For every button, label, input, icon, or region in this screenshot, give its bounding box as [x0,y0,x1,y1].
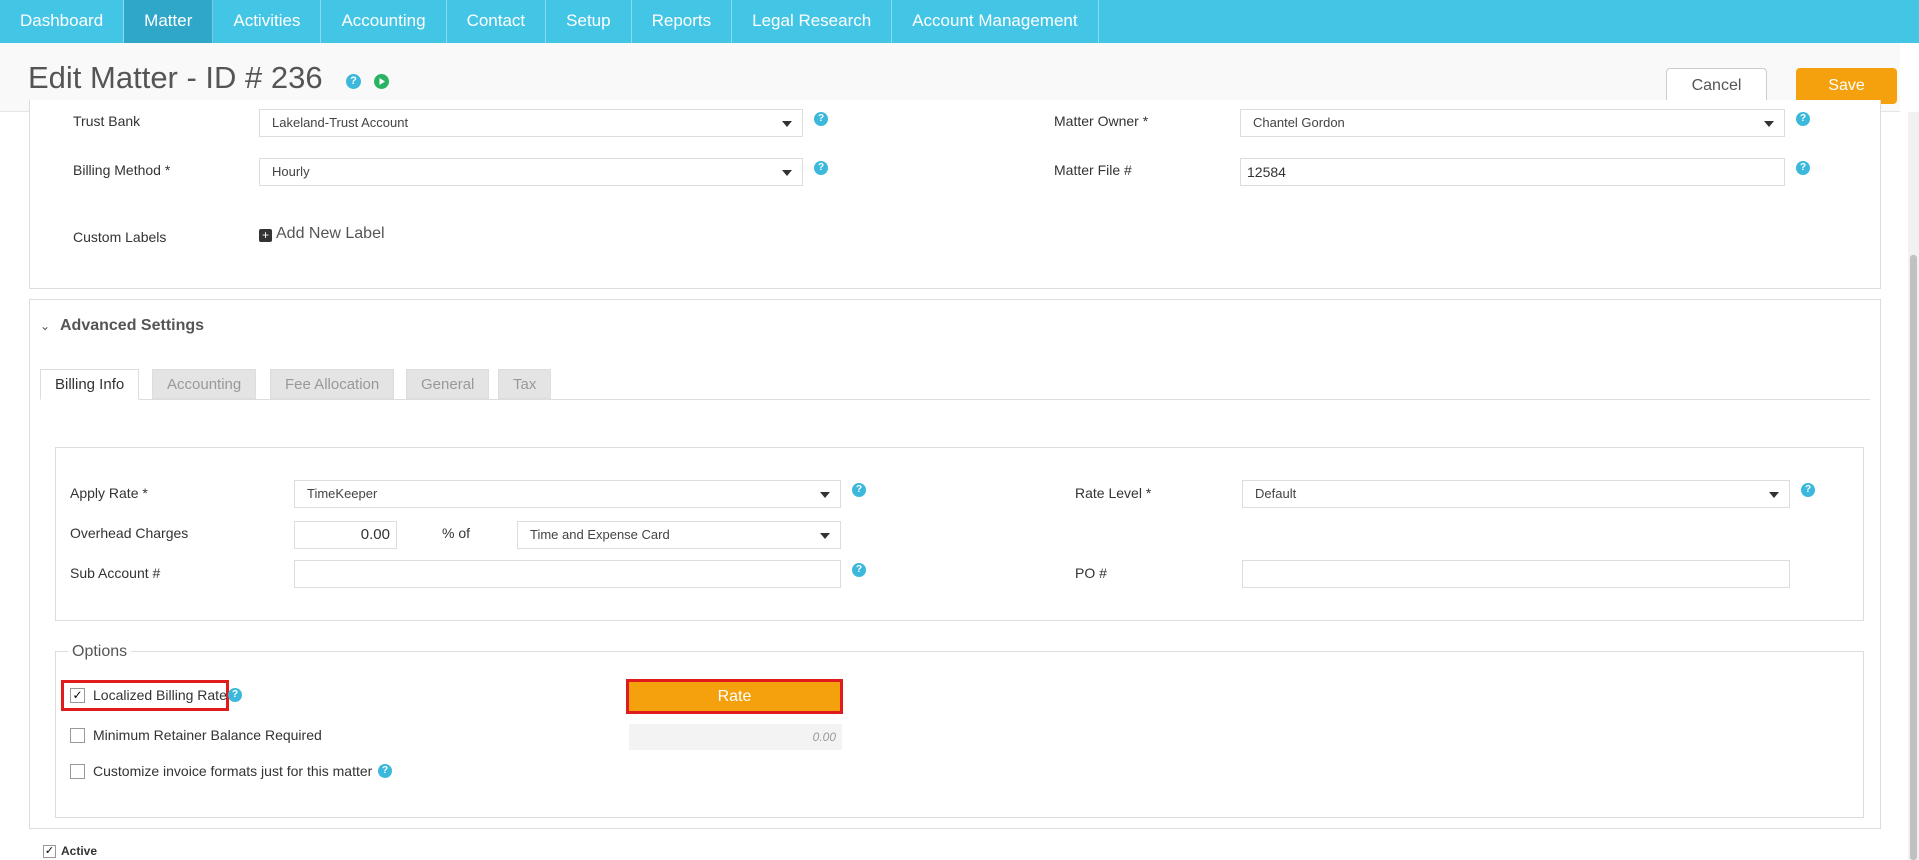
custom-labels-label: Custom Labels [73,229,167,245]
play-icon[interactable] [374,74,389,89]
rate-button[interactable]: Rate [629,682,840,711]
save-button[interactable]: Save [1796,68,1897,104]
rate-level-label: Rate Level * [1075,485,1152,501]
help-icon[interactable]: ? [346,74,361,89]
chevron-down-icon [1769,492,1779,498]
nav-activities[interactable]: Activities [213,0,322,43]
apply-rate-select[interactable]: TimeKeeper [294,480,841,508]
tab-tax[interactable]: Tax [498,369,552,399]
rate-level-value: Default [1255,486,1297,501]
help-icon[interactable]: ? [228,688,242,702]
help-icon[interactable]: ? [852,563,866,577]
nav-account-management[interactable]: Account Management [892,0,1099,43]
apply-rate-value: TimeKeeper [307,486,378,501]
trust-bank-label: Trust Bank [73,113,141,129]
localized-billing-rate-label: Localized Billing Rate [93,687,227,703]
matter-owner-value: Chantel Gordon [1253,115,1345,130]
tab-fee-allocation[interactable]: Fee Allocation [270,369,395,399]
nav-contact[interactable]: Contact [447,0,547,43]
scrollbar-thumb[interactable] [1910,255,1917,860]
chevron-down-icon[interactable]: ⌄ [40,319,50,333]
customize-invoice-label: Customize invoice formats just for this … [93,763,373,779]
sub-account-label: Sub Account # [70,565,161,581]
overhead-charges-label: Overhead Charges [70,525,189,541]
help-icon[interactable]: ? [814,112,828,126]
matter-file-input[interactable]: 12584 [1240,158,1785,186]
trust-bank-select[interactable]: Lakeland-Trust Account [259,109,803,137]
options-legend: Options [68,643,132,661]
apply-rate-label: Apply Rate * [70,485,148,501]
rate-level-select[interactable]: Default [1242,480,1790,508]
minimum-retainer-checkbox[interactable] [70,728,85,743]
nav-accounting[interactable]: Accounting [321,0,447,43]
matter-owner-label: Matter Owner * [1054,113,1149,129]
nav-setup[interactable]: Setup [546,0,632,43]
chevron-down-icon [820,492,830,498]
matter-file-label: Matter File # [1054,162,1132,178]
add-new-label-text: Add New Label [276,225,385,242]
options-fieldset [55,651,1864,818]
tab-general[interactable]: General [406,369,490,399]
trust-bank-value: Lakeland-Trust Account [272,115,409,130]
tab-billing-info[interactable]: Billing Info [40,369,140,400]
help-icon[interactable]: ? [378,764,392,778]
overhead-charges-input[interactable]: 0.00 [294,521,397,549]
help-icon[interactable]: ? [814,161,828,175]
overhead-basis-select[interactable]: Time and Expense Card [517,521,841,549]
overhead-basis-value: Time and Expense Card [530,527,670,542]
po-input[interactable] [1242,560,1790,588]
billing-method-select[interactable]: Hourly [259,158,803,186]
billing-method-value: Hourly [272,164,310,179]
nav-matter[interactable]: Matter [124,0,214,43]
plus-icon: + [259,229,272,242]
help-icon[interactable]: ? [1796,112,1810,126]
tab-accounting[interactable]: Accounting [152,369,257,399]
sub-account-input[interactable] [294,560,841,588]
active-checkbox[interactable]: ✓ [43,845,56,858]
add-new-label-link[interactable]: + Add New Label [259,225,385,243]
chevron-down-icon [1764,121,1774,127]
minimum-retainer-input: 0.00 [629,724,842,750]
matter-owner-select[interactable]: Chantel Gordon [1240,109,1785,137]
chevron-down-icon [820,533,830,539]
nav-reports[interactable]: Reports [632,0,733,43]
percent-of-label: % of [442,525,471,541]
cancel-button[interactable]: Cancel [1666,68,1767,104]
po-label: PO # [1075,565,1107,581]
chevron-down-icon [782,121,792,127]
help-icon[interactable]: ? [1796,161,1810,175]
page-title: Edit Matter - ID # 236 [28,60,323,95]
customize-invoice-checkbox[interactable] [70,764,85,779]
active-label: Active [61,844,98,858]
minimum-retainer-label: Minimum Retainer Balance Required [93,727,322,743]
nav-dashboard[interactable]: Dashboard [0,0,125,43]
help-icon[interactable]: ? [852,483,866,497]
help-icon[interactable]: ? [1801,483,1815,497]
localized-billing-rate-checkbox[interactable]: ✓ [70,688,85,703]
nav-legal-research[interactable]: Legal Research [732,0,893,43]
billing-method-label: Billing Method * [73,162,171,178]
advanced-settings-title[interactable]: Advanced Settings [60,317,204,335]
top-nav: Dashboard Matter Activities Accounting C… [0,0,1919,43]
chevron-down-icon [782,170,792,176]
